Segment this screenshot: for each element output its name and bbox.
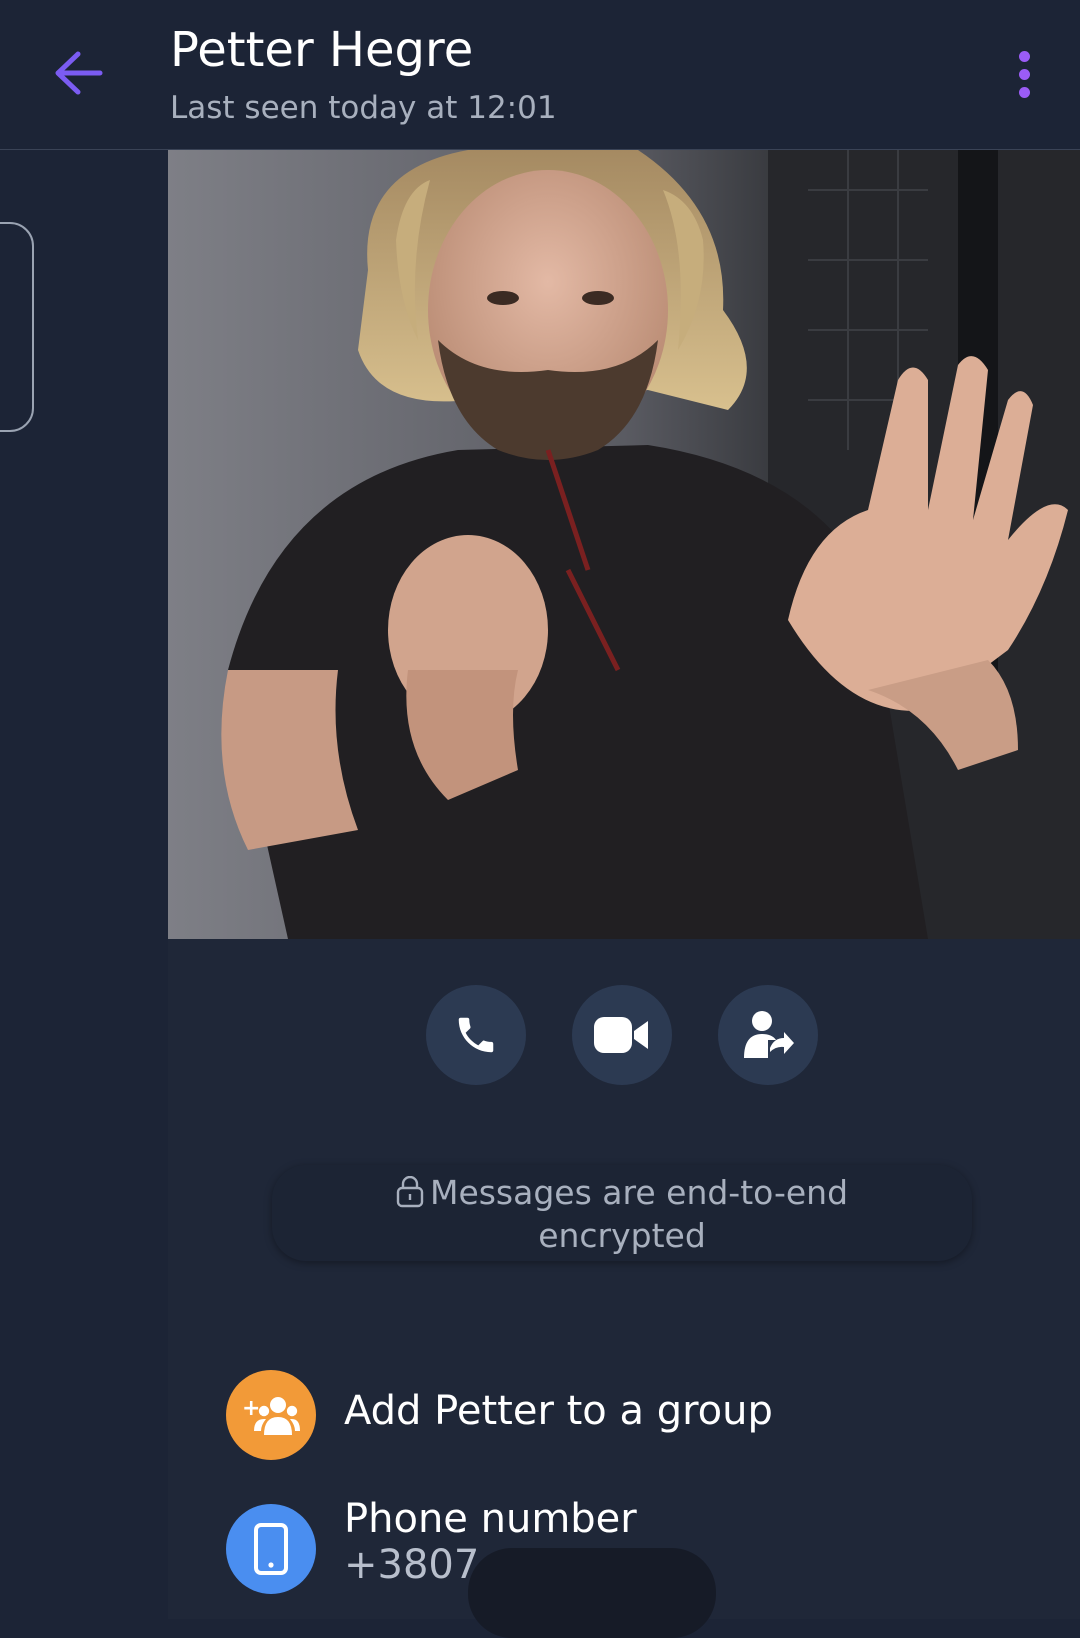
add-to-group-label: Add Petter to a group <box>344 1388 773 1434</box>
background-card-edge <box>0 222 34 432</box>
top-bar: Petter Hegre Last seen today at 12:01 <box>0 0 1080 150</box>
add-group-icon: + <box>226 1370 316 1460</box>
phone-number-label: Phone number <box>344 1496 637 1542</box>
video-call-button[interactable] <box>572 985 672 1085</box>
phone-number-value: +3807 <box>344 1542 480 1588</box>
back-button[interactable] <box>48 42 110 104</box>
redaction-mark <box>468 1548 716 1638</box>
contact-name[interactable]: Petter Hegre <box>170 22 473 78</box>
quick-actions <box>168 985 1080 1085</box>
more-options-button[interactable] <box>1000 44 1048 104</box>
share-contact-icon <box>744 1011 794 1058</box>
encryption-notice[interactable]: Messages are end-to-end encrypted <box>272 1165 972 1261</box>
more-vertical-icon <box>1018 50 1030 62</box>
lock-icon <box>396 1176 424 1208</box>
call-button[interactable] <box>426 985 526 1085</box>
contact-info-panel: Messages are end-to-end encrypted + Add … <box>168 150 1080 1619</box>
video-camera-icon <box>594 1017 648 1053</box>
profile-photo-image <box>168 150 1080 939</box>
mobile-phone-icon <box>226 1504 316 1594</box>
background-chat-pane <box>0 150 168 1619</box>
phone-icon <box>458 1017 494 1053</box>
svg-text:+: + <box>242 1396 260 1421</box>
add-to-group-row[interactable]: + Add Petter to a group <box>226 1370 1066 1462</box>
share-contact-button[interactable] <box>718 985 818 1085</box>
last-seen-status: Last seen today at 12:01 <box>170 90 557 126</box>
encryption-text-line1: Messages are end-to-end <box>429 1173 849 1212</box>
contact-photo[interactable] <box>168 150 1080 939</box>
arrow-left-icon <box>55 51 103 95</box>
encryption-text-line2: encrypted <box>538 1216 706 1255</box>
